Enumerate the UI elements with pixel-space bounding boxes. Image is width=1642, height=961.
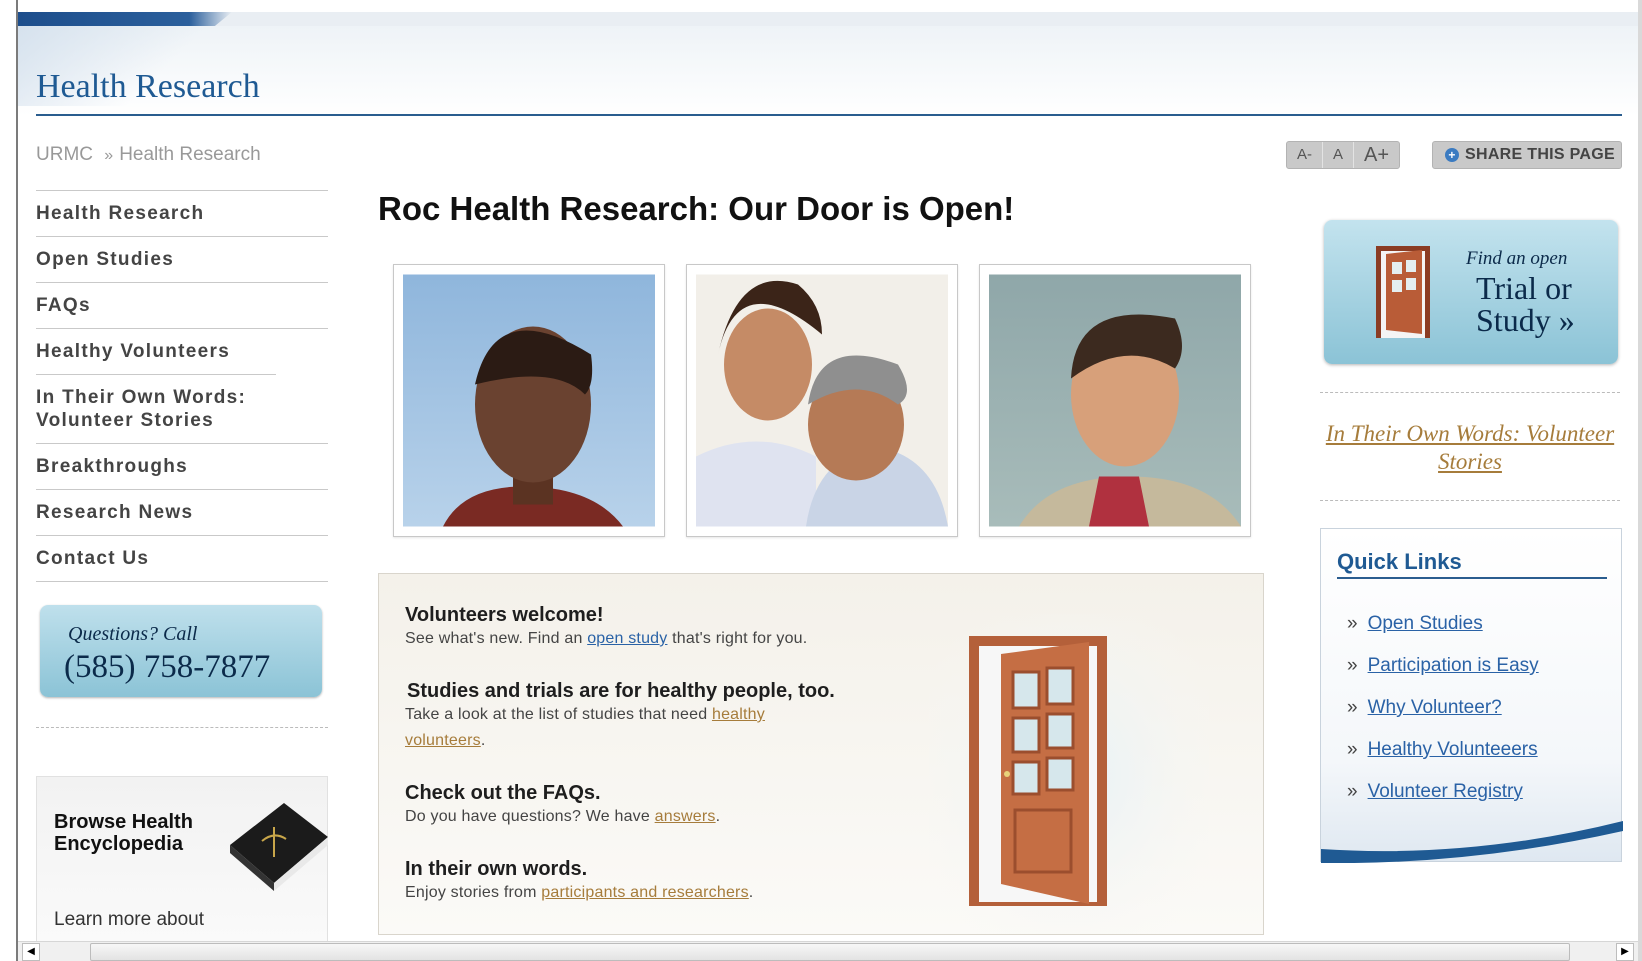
share-page-button[interactable]: + SHARE THIS PAGE: [1432, 141, 1622, 169]
section-text-welcome: See what's new. Find an open study that'…: [405, 626, 855, 652]
section-heading-healthy: Studies and trials are for healthy peopl…: [407, 680, 835, 702]
quick-link-participation[interactable]: Participation is Easy: [1368, 655, 1539, 676]
header-background: [18, 26, 1638, 116]
section-text: Enjoy stories from: [405, 884, 542, 901]
left-navigation: Health Research Open Studies FAQs Health…: [36, 190, 328, 582]
bullet-icon: »: [1347, 697, 1358, 718]
quick-link-volunteer-registry[interactable]: Volunteer Registry: [1368, 781, 1523, 802]
section-text: See what's new. Find an: [405, 630, 588, 647]
photo-girl-grandmother: [686, 264, 958, 537]
photo-girl-grandmother-image: [696, 274, 948, 527]
call-box: Questions? Call (585) 758-7877: [40, 605, 322, 697]
quick-links-title: Quick Links: [1337, 549, 1462, 574]
quick-link-why-volunteer[interactable]: Why Volunteer?: [1368, 697, 1502, 718]
call-question: Questions? Call: [68, 623, 198, 645]
quick-link-open-studies[interactable]: Open Studies: [1368, 613, 1483, 634]
quick-links-list: » Open Studies » Participation is Easy » Wh…: [1347, 603, 1539, 813]
breadcrumb-root[interactable]: URMC: [36, 144, 93, 165]
answers-link[interactable]: answers: [655, 808, 716, 825]
photo-woman-image: [403, 274, 655, 527]
book-icon: [230, 803, 328, 891]
quick-link-healthy-volunteers[interactable]: Healthy Volunteeers: [1368, 739, 1538, 760]
section-text-faqs: Do you have questions? We have answers.: [405, 804, 855, 830]
open-study-link[interactable]: open study: [587, 630, 667, 647]
volunteer-stories-link[interactable]: In Their Own Words: Volunteer Stories: [1320, 420, 1620, 476]
list-item: » Why Volunteer?: [1347, 687, 1539, 729]
list-item: » Healthy Volunteeers: [1347, 729, 1539, 771]
right-divider-bottom: [1320, 500, 1620, 501]
nav-item-health-research[interactable]: Health Research: [36, 190, 328, 236]
scroll-right-button[interactable]: ▶: [1616, 943, 1634, 961]
nav-item-open-studies[interactable]: Open Studies: [36, 236, 328, 282]
nav-item-breakthroughs[interactable]: Breakthroughs: [36, 443, 328, 489]
quick-links-divider: [1337, 577, 1607, 579]
scroll-left-button[interactable]: ◀: [22, 943, 40, 961]
horizontal-scrollbar[interactable]: ◀ ▶: [18, 941, 1638, 961]
font-normal-button[interactable]: A: [1323, 142, 1355, 168]
section-text: .: [748, 884, 754, 901]
nav-item-volunteer-stories[interactable]: In Their Own Words: Volunteer Stories: [36, 374, 276, 443]
right-divider-top: [1320, 392, 1620, 393]
site-title[interactable]: Health Research: [36, 68, 260, 106]
encyclopedia-title[interactable]: Browse Health Encyclopedia: [54, 811, 194, 855]
share-label: SHARE THIS PAGE: [1465, 146, 1615, 163]
encyclopedia-box[interactable]: Browse Health Encyclopedia Learn more ab…: [36, 776, 328, 946]
phone-number: (585) 758-7877: [64, 649, 271, 685]
title-divider: [36, 114, 1622, 116]
breadcrumb: URMC » Health Research: [36, 144, 261, 166]
window-left-edge: [0, 0, 18, 961]
section-heading-faqs: Check out the FAQs.: [405, 782, 601, 804]
section-text-healthy: Take a look at the list of studies that …: [405, 702, 825, 754]
page-title: Roc Health Research: Our Door is Open!: [378, 190, 1015, 227]
font-size-tools: A- A A+: [1286, 141, 1401, 169]
photo-man: [979, 264, 1251, 537]
section-text: Take a look at the list of studies that …: [405, 706, 712, 723]
open-door-icon: [929, 614, 1209, 934]
nav-item-healthy-volunteers[interactable]: Healthy Volunteers: [36, 328, 328, 374]
quick-links-panel: Quick Links » Open Studies » Participation…: [1320, 528, 1623, 863]
quick-links-swoosh: [1321, 821, 1623, 863]
scrollbar-thumb[interactable]: [90, 943, 1570, 961]
list-item: » Volunteer Registry: [1347, 771, 1539, 813]
info-box: Volunteers welcome! See what's new. Find…: [378, 573, 1264, 935]
list-item: » Participation is Easy: [1347, 645, 1539, 687]
nav-item-contact-us[interactable]: Contact Us: [36, 535, 328, 582]
plus-icon: +: [1445, 148, 1459, 162]
encyclopedia-learn-link[interactable]: Learn more about: [54, 909, 204, 931]
bullet-icon: »: [1347, 655, 1358, 676]
section-text: .: [715, 808, 721, 825]
breadcrumb-current: Health Research: [119, 144, 261, 165]
list-item: » Open Studies: [1347, 603, 1539, 645]
window-right-edge: [1638, 0, 1642, 961]
bullet-icon: »: [1347, 739, 1358, 760]
left-divider: [36, 727, 328, 728]
study-text: Study »: [1476, 302, 1575, 338]
breadcrumb-separator: »: [104, 147, 114, 164]
photo-man-image: [989, 274, 1241, 527]
participants-researchers-link[interactable]: participants and researchers: [541, 884, 748, 901]
font-larger-button[interactable]: A+: [1354, 142, 1399, 168]
section-text: that's right for you.: [667, 630, 808, 647]
top-accent: [18, 12, 232, 26]
door-icon: [1376, 246, 1430, 338]
nav-item-research-news[interactable]: Research News: [36, 489, 328, 535]
find-trial-button[interactable]: Find an open Trial or Study »: [1324, 220, 1618, 364]
photo-woman: [393, 264, 665, 537]
section-text-stories: Enjoy stories from participants and rese…: [405, 880, 855, 906]
section-heading-welcome: Volunteers welcome!: [405, 604, 604, 626]
bullet-icon: »: [1347, 781, 1358, 802]
section-text: Do you have questions? We have: [405, 808, 655, 825]
section-heading-stories: In their own words.: [405, 858, 588, 880]
section-text: .: [480, 732, 486, 749]
top-band: [18, 12, 1638, 26]
font-smaller-button[interactable]: A-: [1287, 142, 1323, 168]
trial-find-text: Find an open: [1466, 248, 1568, 269]
nav-item-faqs[interactable]: FAQs: [36, 282, 328, 328]
bullet-icon: »: [1347, 613, 1358, 634]
